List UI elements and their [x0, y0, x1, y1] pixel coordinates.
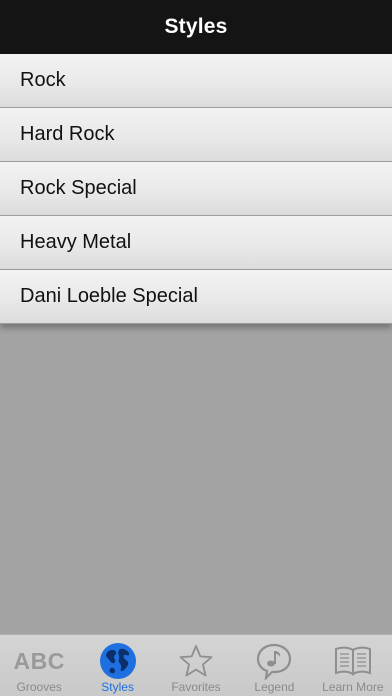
tab-grooves[interactable]: ABC Grooves	[0, 635, 78, 696]
list-item-label: Dani Loeble Special	[20, 285, 198, 307]
tab-learn-more[interactable]: Learn More	[314, 635, 392, 696]
tab-label: Favorites	[171, 680, 221, 694]
page-title: Styles	[164, 15, 228, 38]
tab-label: Learn More	[322, 680, 384, 694]
tab-favorites[interactable]: Favorites	[157, 635, 235, 696]
tab-label: Grooves	[16, 680, 62, 694]
list-item-dani-loeble-special[interactable]: Dani Loeble Special	[0, 270, 392, 324]
list-item-rock[interactable]: Rock	[0, 54, 392, 108]
nav-bar: Styles	[0, 0, 392, 54]
tab-label: Legend	[254, 680, 295, 694]
list-item-rock-special[interactable]: Rock Special	[0, 162, 392, 216]
music-note-icon	[255, 642, 293, 680]
list-item-hard-rock[interactable]: Hard Rock	[0, 108, 392, 162]
globe-icon	[99, 642, 137, 680]
star-icon	[178, 642, 214, 680]
styles-list: Rock Hard Rock Rock Special Heavy Metal …	[0, 54, 392, 324]
tab-styles[interactable]: Styles	[78, 635, 156, 696]
abc-icon: ABC	[13, 647, 65, 674]
list-item-label: Heavy Metal	[20, 231, 132, 253]
list-item-label: Rock	[20, 69, 66, 91]
list-item-heavy-metal[interactable]: Heavy Metal	[0, 216, 392, 270]
book-icon	[333, 642, 373, 680]
tab-bar: ABC Grooves Styles Favorites Legend Lear…	[0, 634, 392, 696]
list-item-label: Hard Rock	[20, 123, 115, 145]
list-item-label: Rock Special	[20, 177, 137, 199]
tab-legend[interactable]: Legend	[235, 635, 313, 696]
tab-label: Styles	[101, 680, 134, 694]
